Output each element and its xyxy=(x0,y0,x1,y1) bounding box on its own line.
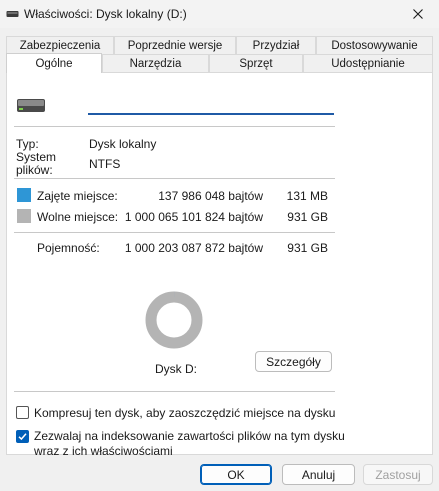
checkmark-icon xyxy=(18,433,27,441)
drive-icon xyxy=(6,11,19,17)
separator xyxy=(14,391,335,392)
general-tab-panel: Typ: Dysk lokalny System plików: NTFS Za… xyxy=(6,72,433,458)
capacity-bytes: 1 000 203 087 872 bajtów xyxy=(124,241,263,255)
used-space-size: 131 MB xyxy=(286,189,328,203)
drive-letter-label: Dysk D: xyxy=(155,362,197,376)
tab-sprzet[interactable]: Sprzęt xyxy=(209,54,303,72)
drive-name-input[interactable] xyxy=(88,93,334,115)
cancel-button[interactable]: Anuluj xyxy=(282,464,355,485)
used-space-bytes: 137 986 048 bajtów xyxy=(158,189,263,203)
filesystem-value: NTFS xyxy=(89,157,121,171)
disk-usage-donut xyxy=(145,291,203,349)
tab-narzedzia[interactable]: Narzędzia xyxy=(102,54,209,72)
window-title: Właściwości: Dysk lokalny (D:) xyxy=(24,7,187,21)
apply-button[interactable]: Zastosuj xyxy=(363,464,433,485)
used-space-label: Zajęte miejsce: xyxy=(37,189,118,203)
index-checkbox[interactable] xyxy=(16,430,29,443)
capacity-label: Pojemność: xyxy=(37,241,100,255)
ok-button[interactable]: OK xyxy=(200,464,272,485)
free-space-label: Wolne miejsce: xyxy=(37,210,119,224)
title-bar: Właściwości: Dysk lokalny (D:) xyxy=(0,0,439,28)
tab-udostepnianie[interactable]: Udostępnianie xyxy=(303,54,433,72)
free-space-ring xyxy=(145,291,203,349)
separator xyxy=(14,178,335,179)
separator xyxy=(14,126,335,127)
tab-ogolne[interactable]: Ogólne xyxy=(6,53,102,73)
separator xyxy=(14,232,335,233)
free-space-swatch xyxy=(17,209,31,223)
type-value: Dysk lokalny xyxy=(89,137,157,151)
compress-checkbox[interactable] xyxy=(16,406,29,419)
tab-przydzial[interactable]: Przydział xyxy=(236,36,316,54)
filesystem-label: System plików: xyxy=(16,150,57,177)
close-icon xyxy=(413,9,423,19)
tab-poprzednie-wersje[interactable]: Poprzednie wersje xyxy=(114,36,236,54)
compress-label: Kompresuj ten dysk, aby zaoszczędzić mie… xyxy=(34,406,336,420)
capacity-size: 931 GB xyxy=(287,241,328,255)
used-space-swatch xyxy=(17,188,31,202)
index-label: Zezwalaj na indeksowanie zawartości plik… xyxy=(34,429,345,458)
details-button[interactable]: Szczegóły xyxy=(255,351,332,372)
type-label: Typ: xyxy=(16,137,39,151)
close-button[interactable] xyxy=(407,4,429,24)
hard-drive-icon xyxy=(17,99,45,112)
free-space-bytes: 1 000 065 101 824 bajtów xyxy=(124,210,263,224)
free-space-size: 931 GB xyxy=(287,210,328,224)
tab-dostosowywanie[interactable]: Dostosowywanie xyxy=(316,36,433,54)
properties-dialog: Zabezpieczenia Poprzednie wersje Przydzi… xyxy=(0,28,439,491)
tab-zabezpieczenia[interactable]: Zabezpieczenia xyxy=(6,36,114,54)
